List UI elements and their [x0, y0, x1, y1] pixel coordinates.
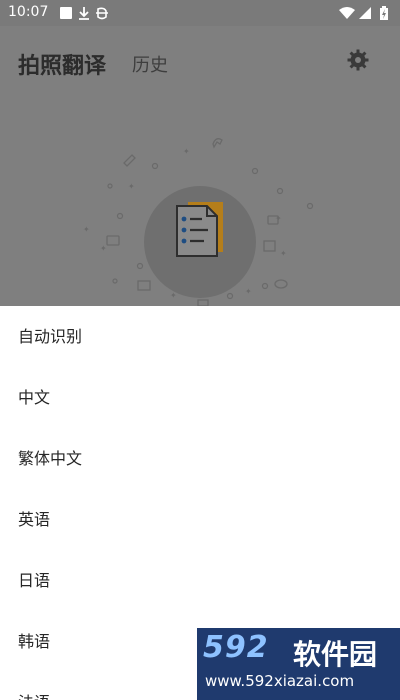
page-title: 拍照翻译	[18, 54, 107, 79]
watermark-brand-number: 592	[203, 630, 269, 665]
notification-icons	[60, 7, 108, 20]
system-icons	[339, 6, 388, 20]
app-background: 拍照翻译 历史 ✦ ✦ ✦ ✦ ✦ ✦ ✦ ✦	[0, 26, 400, 306]
language-option-auto[interactable]: 自动识别	[0, 306, 400, 367]
language-label: 中文	[18, 388, 51, 407]
wifi-icon	[339, 7, 355, 19]
svg-text:✦: ✦	[280, 249, 287, 258]
document-icon	[176, 202, 223, 257]
watermark-url: www.592xiazai.com	[205, 672, 355, 690]
gear-icon[interactable]	[346, 48, 370, 72]
language-label: 法语	[18, 693, 50, 700]
svg-text:✦: ✦	[245, 287, 252, 296]
hero-illustration: ✦ ✦ ✦ ✦ ✦ ✦ ✦ ✦	[83, 138, 314, 306]
screen: 10:07 拍照翻译 历史 ✦ ✦ ✦ ✦ ✦ ✦ ✦ ✦ 自动识别 中文 繁体…	[0, 0, 400, 700]
svg-text:✦: ✦	[183, 147, 190, 156]
language-label: 英语	[18, 510, 51, 529]
language-label: 韩语	[18, 632, 51, 651]
language-option-traditional-chinese[interactable]: 繁体中文	[0, 428, 400, 489]
language-option-japanese[interactable]: 日语	[0, 550, 400, 611]
calendar-icon	[263, 240, 276, 252]
watermark-brand-name: 软件园	[293, 638, 378, 671]
language-label: 日语	[18, 571, 51, 590]
status-bar: 10:07	[0, 0, 400, 26]
screen-icon	[137, 280, 151, 291]
status-time: 10:07	[8, 4, 49, 20]
ball-icon	[274, 279, 288, 289]
cell-signal-icon	[359, 7, 371, 19]
svg-text:✦: ✦	[128, 182, 135, 191]
download-icon	[79, 7, 89, 20]
bag-icon	[106, 235, 120, 246]
svg-text:✦: ✦	[100, 244, 107, 253]
app-notification-icon	[60, 7, 72, 19]
language-label: 自动识别	[18, 327, 83, 346]
pencil-icon	[123, 154, 136, 167]
history-tab[interactable]: 历史	[132, 51, 168, 77]
language-option-chinese[interactable]: 中文	[0, 367, 400, 428]
language-label: 繁体中文	[18, 449, 83, 468]
bug-icon	[96, 7, 108, 20]
svg-text:✦: ✦	[83, 225, 90, 234]
watermark-logo: 592 软件园 www.592xiazai.com	[197, 628, 400, 700]
phone-icon	[212, 138, 223, 149]
language-option-english[interactable]: 英语	[0, 489, 400, 550]
